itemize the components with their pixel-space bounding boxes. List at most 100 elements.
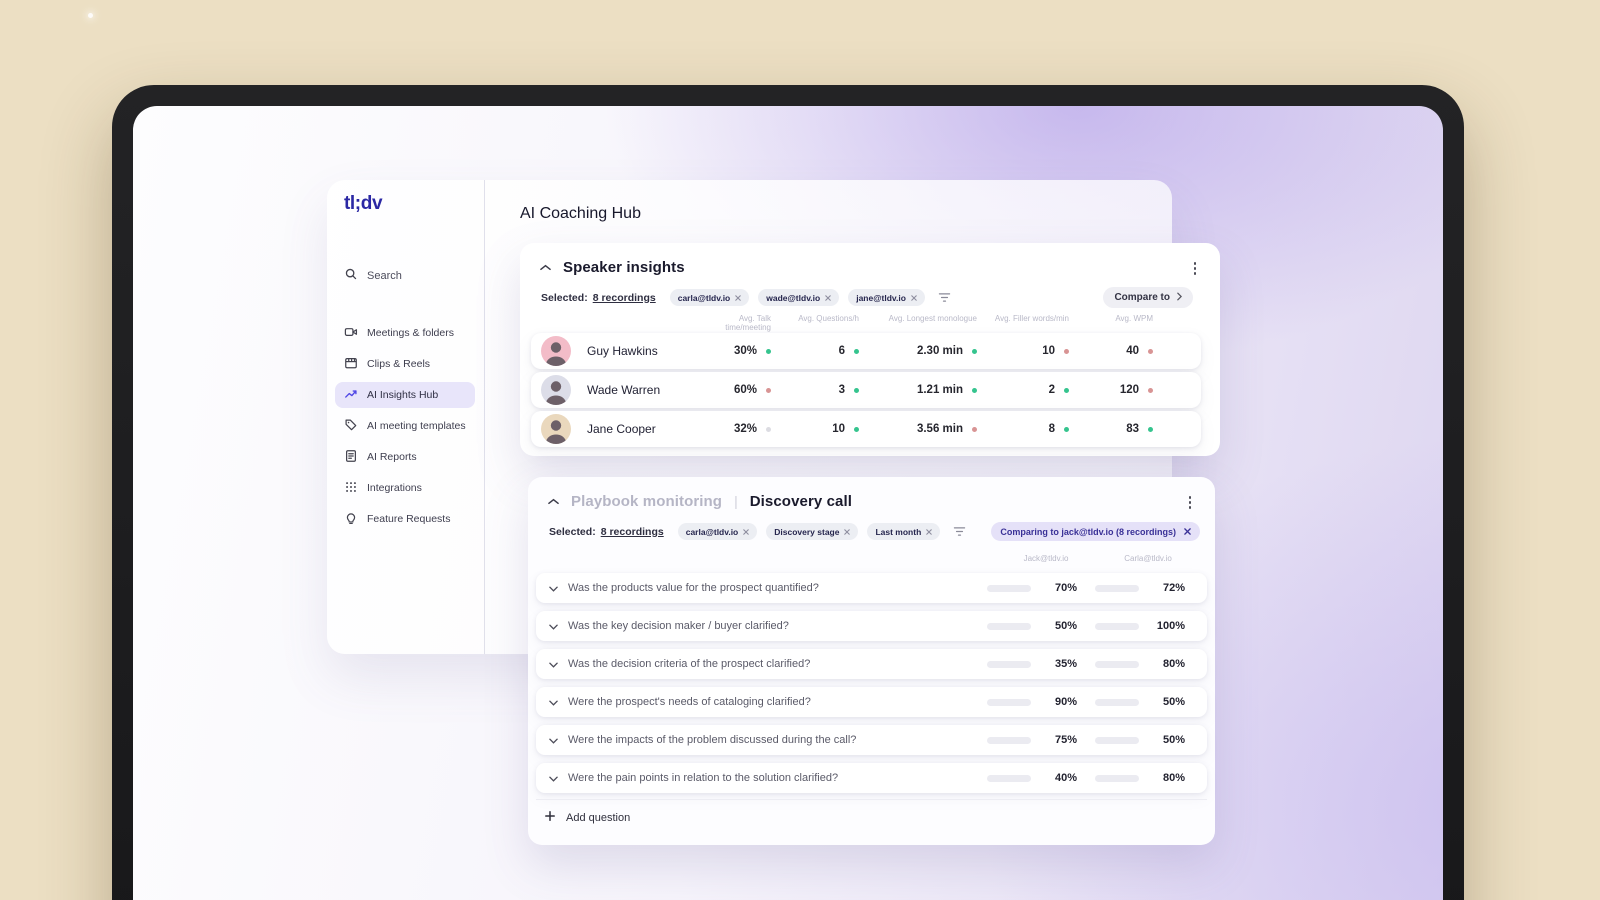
playbook-title: Discovery call — [749, 492, 853, 510]
question-row[interactable]: Was the products value for the prospect … — [536, 573, 1207, 603]
chevron-down-icon[interactable] — [549, 579, 558, 597]
percent-label-right: 100% — [1156, 620, 1185, 632]
close-icon[interactable] — [735, 293, 742, 303]
speaker-metrics: 32% 10 3.56 min 8 83 — [701, 411, 1153, 447]
progress-bar-left — [987, 584, 1031, 592]
comparing-chip[interactable]: Comparing to jack@tldv.io (8 recordings) — [991, 522, 1200, 541]
speaker-metrics: 60% 3 1.21 min 2 120 — [701, 372, 1153, 408]
filter-chip[interactable]: jane@tldv.io — [848, 289, 925, 306]
search-input[interactable]: Search — [344, 267, 402, 284]
chevron-down-icon[interactable] — [549, 693, 558, 711]
percent-label-left: 90% — [1054, 696, 1077, 708]
playbook-panel-header: Playbook monitoring | Discovery call — [548, 492, 852, 510]
close-icon[interactable] — [825, 293, 831, 303]
question-text: Was the products value for the prospect … — [568, 582, 819, 594]
table-row[interactable]: Jane Cooper 32% 10 3.56 min 8 83 — [531, 411, 1201, 447]
search-icon — [344, 267, 358, 284]
filter-chip[interactable]: Last month — [867, 523, 941, 540]
column-header: Avg. Questions/h — [798, 314, 859, 323]
add-question-button[interactable]: Add question — [536, 800, 1207, 824]
metric-value: 2.30 min — [916, 345, 963, 357]
filter-lines-icon[interactable] — [953, 526, 966, 537]
video-camera-icon — [344, 325, 358, 342]
metric-value: 3.56 min — [916, 423, 963, 435]
sidebar-item-ai-insights-hub[interactable]: AI Insights Hub — [335, 382, 475, 408]
chip-label: Discovery stage — [774, 526, 840, 537]
close-icon[interactable] — [743, 527, 750, 537]
metric-value: 83 — [1126, 423, 1139, 435]
close-icon[interactable] — [844, 527, 851, 537]
chevron-down-icon[interactable] — [549, 769, 558, 787]
clapperboard-icon — [344, 356, 358, 373]
question-text: Were the pain points in relation to the … — [568, 772, 839, 784]
question-text: Were the impacts of the problem discusse… — [568, 734, 857, 746]
sparkle-decor — [88, 13, 93, 18]
chevron-up-icon[interactable] — [540, 258, 551, 276]
avatar — [541, 375, 571, 405]
sidebar-item-feature-requests[interactable]: Feature Requests — [335, 506, 475, 532]
metric-value: 6 — [838, 345, 845, 357]
chevron-down-icon[interactable] — [549, 617, 558, 635]
sidebar-item-label: Meetings & folders — [367, 327, 454, 339]
column-header: Jack@tldv.io — [1023, 554, 1069, 563]
filter-chip[interactable]: carla@tldv.io — [669, 289, 750, 306]
sidebar-item-ai-meeting-templates[interactable]: AI meeting templates — [335, 413, 475, 439]
sidebar: tl;dv Search Meetings & folders Clips & … — [327, 180, 485, 654]
chevron-up-icon[interactable] — [548, 492, 559, 510]
column-header: Avg. Talk time/meeting — [725, 314, 771, 332]
percent-label-left: 70% — [1054, 582, 1077, 594]
question-text: Was the key decision maker / buyer clari… — [568, 620, 789, 632]
table-row[interactable]: Guy Hawkins 30% 6 2.30 min 10 40 — [531, 333, 1201, 369]
kebab-menu-icon[interactable] — [1187, 494, 1194, 511]
filter-chip[interactable]: Discovery stage — [766, 523, 859, 540]
progress-bar-right — [1095, 660, 1139, 668]
app-screen: tl;dv Search Meetings & folders Clips & … — [133, 106, 1443, 900]
percent-label-right: 50% — [1162, 696, 1185, 708]
lightbulb-icon — [344, 511, 358, 528]
selected-recordings-link[interactable]: 8 recordings — [593, 292, 656, 304]
table-row[interactable]: Wade Warren 60% 3 1.21 min 2 120 — [531, 372, 1201, 408]
column-header: Avg. WPM — [1115, 314, 1153, 323]
question-row[interactable]: Was the key decision maker / buyer clari… — [536, 611, 1207, 641]
close-icon[interactable] — [911, 293, 917, 303]
metric-value: 40 — [1126, 345, 1139, 357]
column-header: Avg. Filler words/min — [994, 314, 1069, 323]
close-icon[interactable] — [1184, 527, 1191, 537]
tldv-logo: tl;dv — [344, 193, 383, 214]
compare-to-button[interactable]: Compare to — [1103, 287, 1193, 308]
avatar — [541, 336, 571, 366]
question-row[interactable]: Was the decision criteria of the prospec… — [536, 649, 1207, 679]
percent-label-right: 72% — [1162, 582, 1185, 594]
tag-icon — [344, 418, 358, 435]
filter-chip[interactable]: carla@tldv.io — [677, 523, 758, 540]
sidebar-item-integrations[interactable]: Integrations — [335, 475, 475, 501]
progress-bar-left — [987, 736, 1031, 744]
sidebar-item-label: Feature Requests — [367, 513, 451, 525]
speaker-metrics: 30% 6 2.30 min 10 40 — [701, 333, 1153, 369]
question-row[interactable]: Were the prospect's needs of cataloging … — [536, 687, 1207, 717]
filter-chip[interactable]: wade@tldv.io — [758, 289, 840, 306]
chip-label: carla@tldv.io — [685, 526, 739, 537]
question-row[interactable]: Were the impacts of the problem discusse… — [536, 725, 1207, 755]
sidebar-item-meetings[interactable]: Meetings & folders — [335, 320, 475, 346]
metric-value: 1.21 min — [916, 384, 963, 396]
close-icon[interactable] — [926, 527, 933, 537]
question-row[interactable]: Were the pain points in relation to the … — [536, 763, 1207, 793]
sidebar-item-clips[interactable]: Clips & Reels — [335, 351, 475, 377]
progress-bar-left — [987, 622, 1031, 630]
chevron-down-icon[interactable] — [549, 731, 558, 749]
sidebar-item-ai-reports[interactable]: AI Reports — [335, 444, 475, 470]
speaker-name: Jane Cooper — [587, 422, 656, 436]
progress-bar-left — [987, 660, 1031, 668]
selected-recordings-link[interactable]: 8 recordings — [601, 526, 664, 538]
chevron-down-icon[interactable] — [549, 655, 558, 673]
metric-value: 10 — [1042, 345, 1055, 357]
progress-bar-left — [987, 698, 1031, 706]
sidebar-item-label: AI Insights Hub — [367, 389, 439, 401]
progress-bar-right — [1095, 736, 1139, 744]
trend-chart-icon — [344, 387, 358, 404]
speaker-insights-panel: Speaker insights Selected: 8 recordings … — [520, 243, 1220, 456]
kebab-menu-icon[interactable] — [1192, 260, 1199, 277]
filter-lines-icon[interactable] — [938, 292, 951, 303]
sidebar-nav: Meetings & folders Clips & Reels AI Insi… — [335, 320, 475, 532]
